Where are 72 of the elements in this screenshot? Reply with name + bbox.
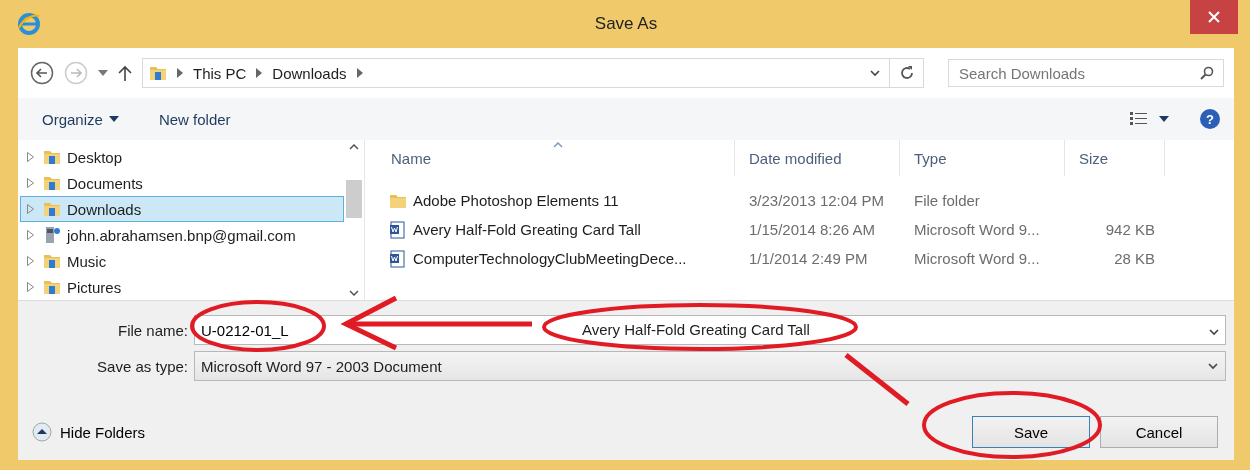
search-icon[interactable] xyxy=(1200,66,1214,80)
column-header[interactable]: Type xyxy=(900,140,1065,176)
file-type: Microsoft Word 9... xyxy=(913,250,1041,267)
folder-icon xyxy=(43,148,61,166)
organize-menu[interactable]: Organize xyxy=(42,110,119,128)
word-document-icon xyxy=(389,220,407,239)
scrollbar-thumb[interactable] xyxy=(346,180,362,218)
file-size: 28 KB xyxy=(1113,250,1156,267)
new-folder-button[interactable]: New folder xyxy=(158,110,231,128)
file-name[interactable]: Adobe Photoshop Elements 11 xyxy=(413,192,619,209)
expand-arrow-icon[interactable] xyxy=(27,204,34,214)
column-header[interactable]: Size xyxy=(1065,140,1165,176)
close-icon[interactable] xyxy=(1208,11,1220,23)
breadcrumb-arrow-icon[interactable] xyxy=(177,68,183,78)
view-options-icon[interactable] xyxy=(1130,112,1170,126)
breadcrumb-segment[interactable]: This PC xyxy=(193,64,247,82)
file-type: File folder xyxy=(913,192,981,209)
save-button[interactable]: Save xyxy=(972,416,1090,448)
help-icon[interactable]: ? xyxy=(1200,109,1220,129)
date-modified: 1/15/2014 8:26 AM xyxy=(748,221,876,238)
breadcrumb-arrow-icon[interactable] xyxy=(356,68,363,78)
file-name[interactable]: Avery Half-Fold Greating Card Tall xyxy=(413,221,641,238)
date-modified: 3/23/2013 12:04 PM xyxy=(748,192,886,209)
back-icon[interactable] xyxy=(30,61,54,85)
up-arrow-icon[interactable] xyxy=(118,65,132,81)
date-modified: 1/1/2014 2:49 PM xyxy=(748,250,869,267)
scroll-down-icon[interactable] xyxy=(349,290,359,296)
tree-item[interactable]: Downloads xyxy=(20,196,344,222)
column-header[interactable]: Name xyxy=(377,140,735,176)
folder-icon xyxy=(43,252,61,270)
search-field[interactable]: Search Downloads xyxy=(948,59,1224,87)
tree-item[interactable]: john.abrahamsen.bnp@gmail.com xyxy=(20,222,344,248)
hide-folders-button[interactable]: Hide Folders xyxy=(32,422,146,442)
save-as-type-dropdown[interactable]: Microsoft Word 97 - 2003 Document xyxy=(194,351,1226,381)
address-bar[interactable]: This PC Downloads xyxy=(142,58,924,88)
scroll-up-icon[interactable] xyxy=(349,144,359,150)
dropdown-chevron-icon[interactable] xyxy=(1208,326,1220,338)
expand-arrow-icon[interactable] xyxy=(27,152,34,162)
breadcrumb-arrow-icon[interactable] xyxy=(256,68,263,78)
tree-item[interactable]: Desktop xyxy=(20,144,344,170)
dropdown-chevron-icon[interactable] xyxy=(869,67,881,79)
file-name[interactable]: ComputerTechnologyClubMeetingDece... xyxy=(413,250,687,267)
tree-item[interactable]: Documents xyxy=(20,170,344,196)
expand-arrow-icon[interactable] xyxy=(27,282,34,292)
expand-arrow-icon[interactable] xyxy=(27,230,34,240)
file-size: 942 KB xyxy=(1104,221,1156,238)
save-as-type-label: Save as type: xyxy=(96,357,189,375)
expand-arrow-icon[interactable] xyxy=(27,256,34,266)
word-document-icon xyxy=(389,249,407,268)
cancel-button[interactable]: Cancel xyxy=(1100,416,1218,448)
caret-icon[interactable] xyxy=(108,116,119,122)
folder-icon xyxy=(43,200,61,218)
annotation-text: Avery Half-Fold Greating Card Tall xyxy=(582,321,810,338)
tree-item[interactable]: Pictures xyxy=(20,274,344,300)
folder-icon xyxy=(43,278,61,296)
refresh-icon[interactable] xyxy=(898,65,915,81)
annotation-line xyxy=(844,353,910,406)
history-caret-icon[interactable] xyxy=(98,70,108,76)
network-account-icon xyxy=(43,226,61,244)
browser-logo-icon xyxy=(18,13,40,35)
file-name-label: File name: xyxy=(116,321,189,339)
column-header[interactable]: Date modified xyxy=(735,140,900,176)
collapse-icon[interactable] xyxy=(32,422,52,442)
close-button[interactable] xyxy=(1190,0,1238,34)
dropdown-chevron-icon[interactable] xyxy=(1207,360,1219,372)
tree-item[interactable]: Music xyxy=(20,248,344,274)
breadcrumb-segment[interactable]: Downloads xyxy=(272,64,347,82)
window-title: Save As xyxy=(594,14,658,34)
file-type: Microsoft Word 9... xyxy=(913,221,1041,238)
expand-arrow-icon[interactable] xyxy=(27,178,34,188)
downloads-folder-icon xyxy=(149,64,167,82)
folder-icon xyxy=(43,174,61,192)
